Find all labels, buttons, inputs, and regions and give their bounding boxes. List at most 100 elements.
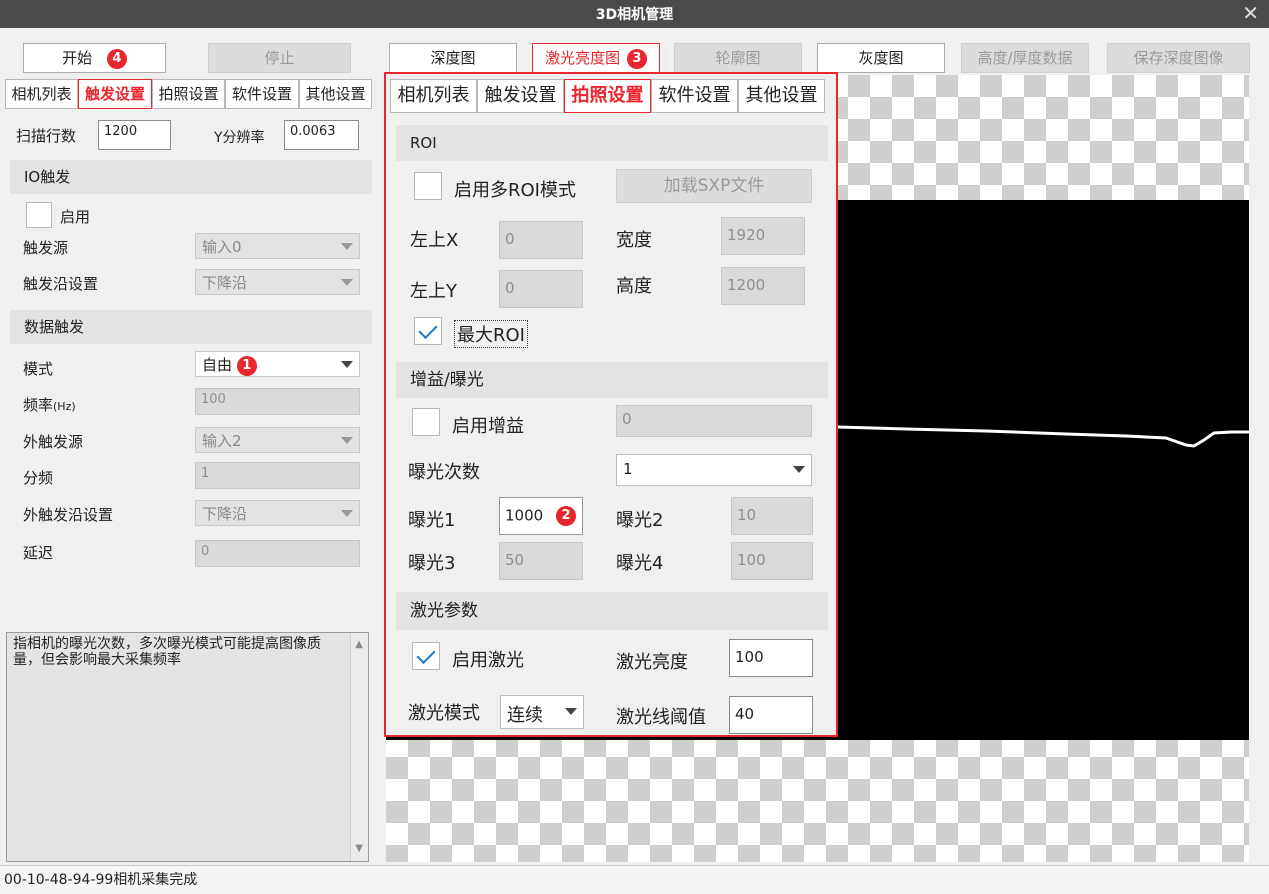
multi-roi-label: 启用多ROI模式 (454, 180, 576, 201)
ext-trigger-source-label: 外触发源 (23, 433, 84, 451)
close-icon[interactable]: ✕ (1242, 2, 1259, 24)
overlay-tab-capture-settings[interactable]: 拍照设置 (564, 79, 651, 113)
ext-trigger-source-select[interactable]: 输入2 (195, 427, 360, 453)
title-bar: 3D相机管理 ✕ (0, 0, 1269, 28)
top-left-y-input[interactable]: 0 (499, 270, 583, 308)
laser-brightness-label: 激光亮度 (616, 652, 688, 673)
scan-rows-label: 扫描行数 (16, 127, 77, 145)
laser-brightness-input[interactable]: 100 (729, 639, 813, 677)
exposure-1-input[interactable]: 1000 2 (499, 497, 583, 535)
ext-trigger-edge-select[interactable]: 下降沿 (195, 500, 360, 526)
divider-label: 分频 (23, 469, 54, 487)
y-resolution-input[interactable]: 0.0063 (284, 120, 359, 150)
chevron-down-icon (341, 243, 353, 250)
contour-map-button[interactable]: 轮廓图 (674, 43, 802, 73)
tab-camera-list[interactable]: 相机列表 (5, 79, 78, 109)
exposure-4-input[interactable]: 100 (731, 542, 813, 580)
height-thickness-button[interactable]: 高度/厚度数据 (961, 43, 1089, 73)
mode-value: 自由 (202, 356, 233, 374)
save-depth-button[interactable]: 保存深度图像 (1107, 43, 1250, 73)
chevron-down-icon (341, 279, 353, 286)
frequency-unit: (Hz) (53, 400, 76, 413)
help-text: 指相机的曝光次数，多次曝光模式可能提高图像质量，但会影响最大采集频率 (13, 636, 321, 668)
mode-select[interactable]: 自由 1 (195, 351, 360, 377)
ext-trigger-edge-value: 下降沿 (202, 505, 248, 523)
chevron-down-icon (341, 510, 353, 517)
chevron-down-icon (793, 466, 805, 473)
trigger-source-label: 触发源 (23, 239, 69, 257)
io-trigger-section: IO触发 (10, 160, 372, 194)
io-enable-checkbox[interactable] (26, 202, 52, 228)
roi-section: ROI (396, 125, 828, 161)
exposure-step-badge: 2 (555, 506, 576, 526)
exposure-3-label: 曝光3 (408, 553, 456, 574)
y-resolution-label: Y分辨率 (214, 130, 265, 146)
scroll-up-icon[interactable]: ▲ (355, 637, 363, 653)
overlay-tab-other-settings[interactable]: 其他设置 (738, 79, 825, 113)
mode-label: 模式 (23, 360, 54, 378)
help-textbox: 指相机的曝光次数，多次曝光模式可能提高图像质量，但会影响最大采集频率 ▲ ▼ (6, 632, 369, 862)
trigger-edge-value: 下降沿 (202, 274, 248, 292)
window-title: 3D相机管理 (595, 7, 674, 23)
overlay-tab-software-settings[interactable]: 软件设置 (651, 79, 738, 113)
exposure-2-input[interactable]: 10 (731, 497, 813, 535)
frequency-label-text: 频率 (23, 396, 54, 414)
gray-map-button[interactable]: 灰度图 (817, 43, 945, 73)
enable-gain-label: 启用增益 (452, 416, 524, 437)
laser-threshold-input[interactable]: 40 (729, 696, 813, 734)
chevron-down-icon (565, 708, 577, 715)
enable-gain-checkbox[interactable] (412, 408, 440, 436)
laser-mode-select[interactable]: 连续 (500, 695, 584, 729)
exposure-2-label: 曝光2 (616, 510, 664, 531)
trigger-source-select[interactable]: 输入0 (195, 233, 360, 259)
enable-laser-checkbox[interactable] (412, 642, 440, 670)
capture-settings-panel: 相机列表 触发设置 拍照设置 软件设置 其他设置 ROI 启用多ROI模式 加载… (384, 72, 838, 737)
start-button[interactable]: 开始 4 (23, 43, 166, 73)
multi-roi-checkbox[interactable] (414, 172, 442, 200)
chevron-down-icon (341, 437, 353, 444)
exposure-count-value: 1 (623, 460, 633, 478)
laser-mode-label: 激光模式 (408, 703, 480, 724)
laser-mode-value: 连续 (507, 705, 543, 726)
start-label: 开始 (62, 49, 93, 67)
exposure-4-label: 曝光4 (616, 553, 664, 574)
help-scrollbar[interactable]: ▲ ▼ (350, 633, 368, 861)
overlay-tab-camera-list[interactable]: 相机列表 (390, 79, 477, 113)
laser-threshold-label: 激光线阈值 (616, 707, 706, 728)
stop-button[interactable]: 停止 (208, 43, 351, 73)
top-left-x-label: 左上X (410, 230, 459, 251)
top-left-x-input[interactable]: 0 (499, 221, 583, 259)
io-enable-label: 启用 (60, 208, 91, 226)
max-roi-checkbox[interactable] (414, 317, 442, 345)
depth-map-button[interactable]: 深度图 (389, 43, 517, 73)
trigger-edge-label: 触发沿设置 (23, 275, 99, 293)
gain-input[interactable]: 0 (616, 405, 812, 437)
height-label: 高度 (616, 276, 652, 297)
laser-step-badge: 3 (626, 48, 647, 69)
exposure-3-input[interactable]: 50 (499, 542, 583, 580)
height-input[interactable]: 1200 (721, 267, 805, 305)
load-sxp-button[interactable]: 加载SXP文件 (616, 169, 812, 203)
exposure-count-select[interactable]: 1 (616, 454, 812, 486)
laser-brightness-map-label: 激光亮度图 (545, 49, 621, 67)
gain-exposure-section: 增益/曝光 (396, 362, 828, 398)
tab-capture-settings[interactable]: 拍照设置 (152, 79, 225, 109)
start-step-badge: 4 (106, 48, 127, 69)
exposure-1-value: 1000 (505, 506, 544, 525)
width-input[interactable]: 1920 (721, 217, 805, 255)
scroll-down-icon[interactable]: ▼ (355, 841, 363, 857)
tab-other-settings[interactable]: 其他设置 (299, 79, 372, 109)
top-left-y-label: 左上Y (410, 281, 457, 302)
trigger-source-value: 输入0 (202, 238, 242, 256)
frequency-input[interactable]: 100 (195, 388, 360, 415)
tab-software-settings[interactable]: 软件设置 (225, 79, 299, 109)
laser-brightness-map-button[interactable]: 激光亮度图 3 (532, 43, 660, 73)
delay-input[interactable]: 0 (195, 540, 360, 567)
scan-rows-input[interactable]: 1200 (98, 120, 171, 150)
ext-trigger-source-value: 输入2 (202, 432, 242, 450)
divider-input[interactable]: 1 (195, 462, 360, 489)
trigger-edge-select[interactable]: 下降沿 (195, 269, 360, 295)
tab-trigger-settings[interactable]: 触发设置 (78, 79, 152, 109)
delay-label: 延迟 (23, 544, 54, 562)
overlay-tab-trigger-settings[interactable]: 触发设置 (477, 79, 564, 113)
